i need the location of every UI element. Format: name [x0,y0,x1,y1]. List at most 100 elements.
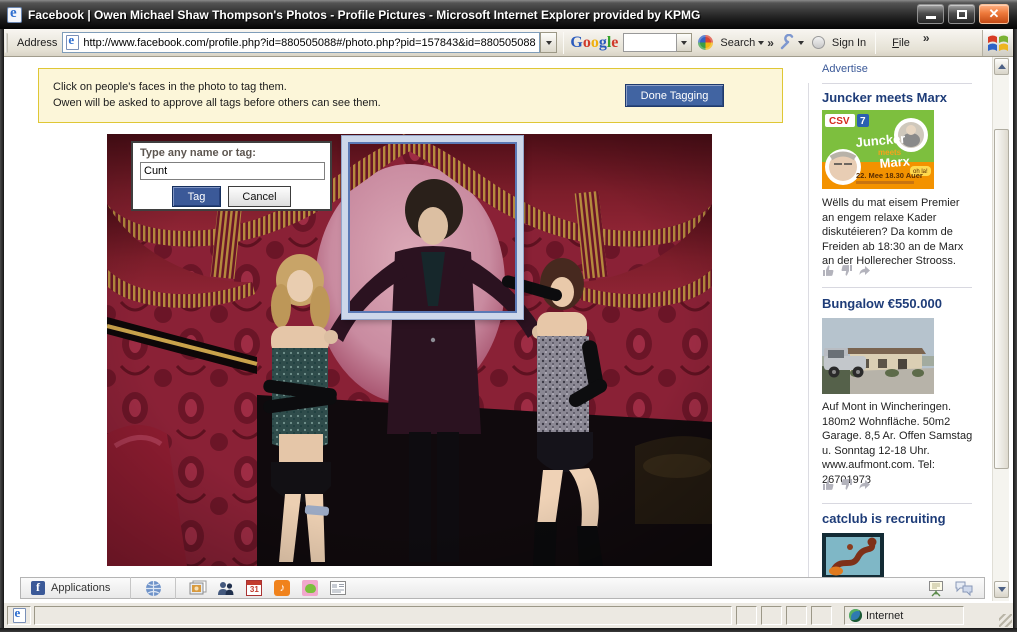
toolbar-grip[interactable] [5,33,8,53]
zone-label: Internet [866,610,903,622]
toolbar-separator [563,32,564,54]
thumbs-up-icon[interactable] [822,478,835,491]
notifications-button[interactable] [924,578,948,598]
scrollbar-thumb[interactable] [994,129,1009,469]
resize-grip[interactable] [999,614,1012,627]
thumbs-up-icon[interactable] [822,264,835,277]
globe-icon [145,580,162,597]
likeness-app-button[interactable] [298,578,322,598]
vertical-scrollbar[interactable] [992,57,1009,601]
advertise-link[interactable]: Advertise [822,63,868,75]
music-note-icon: ♪ [274,580,290,596]
tag-button[interactable]: Tag [172,186,221,207]
section-divider [822,287,972,288]
file-menu[interactable]: File [892,37,910,49]
face-selection-inner-border [348,142,517,313]
easel-icon [927,580,945,597]
photos-icon [189,580,207,596]
windows-logo-icon [982,30,1012,56]
svg-text:CSV: CSV [829,116,850,127]
tag-dialog-label: Type any name or tag: [140,147,323,159]
close-icon: ✕ [980,6,1008,22]
sign-in-button[interactable]: Sign In [832,37,866,49]
close-button[interactable]: ✕ [979,4,1009,24]
status-message-pane [34,606,732,625]
done-tagging-button[interactable]: Done Tagging [625,84,724,107]
window-border-bottom [0,628,1017,632]
scroll-down-button[interactable] [994,581,1009,598]
chat-bubbles-icon [954,580,974,596]
ad-feedback-icons [822,478,871,491]
google-search-dropdown[interactable] [677,33,692,52]
tag-name-input[interactable] [140,162,325,180]
ad-title-catclub[interactable]: catclub is recruiting [822,511,946,526]
maximize-button[interactable] [948,4,975,24]
share-icon[interactable] [858,478,871,491]
ad-title-juncker[interactable]: Juncker meets Marx [822,90,947,105]
address-input[interactable]: http://www.facebook.com/profile.php?id=8… [62,32,540,53]
menubar-overflow-chevron[interactable]: » [923,31,930,45]
status-pane [761,606,782,625]
logo-letter: o [591,34,599,51]
ad-title-bungalow[interactable]: Bungalow €550.000 [822,296,942,311]
google-logo[interactable]: Google [570,34,618,52]
status-document-pane [7,606,31,625]
notes-app-button[interactable] [326,578,350,598]
events-app-button[interactable]: 31 [242,578,266,598]
svg-text:22. Mee 18.30 Auer: 22. Mee 18.30 Auer [856,171,923,180]
ad-image-juncker[interactable]: CSV 7 Juncker meets Marx oh la! 22. Mee … [822,110,934,189]
address-dropdown-button[interactable] [540,32,557,53]
chevron-down-icon [546,41,552,45]
logo-letter: g [599,34,607,51]
section-divider [822,503,972,504]
minimize-button[interactable] [917,4,944,24]
ad-feedback-icons [822,264,871,277]
ad-body-juncker: Wëlls du mat eisem Premier an engem rela… [822,196,974,269]
arrow-up-icon [998,64,1006,69]
ads-sidebar: Advertise Juncker meets Marx CSV 7 Junck… [822,57,974,601]
thumbs-down-icon[interactable] [840,478,853,491]
google-ball-icon [698,35,713,50]
photos-app-button[interactable] [186,578,210,598]
browse-apps-button[interactable] [141,578,165,598]
notes-icon [330,581,346,595]
brain-icon [302,580,318,596]
ad-image-bungalow[interactable] [822,318,934,394]
calendar-icon: 31 [246,580,262,596]
chevron-down-icon[interactable] [758,41,764,45]
chat-button[interactable] [952,578,976,598]
status-bar: Internet [4,601,1013,628]
share-icon[interactable] [858,264,871,277]
document-icon [13,608,26,623]
facebook-logo-icon[interactable]: f [31,581,45,595]
logo-letter: o [583,34,591,51]
status-pane [786,606,807,625]
page-icon [66,35,79,50]
address-url: http://www.facebook.com/profile.php?id=8… [83,37,535,49]
internet-zone-icon [849,609,862,622]
thumbs-down-icon[interactable] [840,264,853,277]
ad-image-catclub[interactable] [822,533,884,579]
google-search-input[interactable] [623,33,677,52]
address-label: Address [17,37,57,49]
minimize-icon [926,16,936,19]
google-search-button[interactable]: Search [720,37,755,49]
title-bar: Facebook | Owen Michael Shaw Thompson's … [0,0,1017,29]
face-selection-box [342,136,523,319]
tag-dialog: Type any name or tag: Tag Cancel [131,141,332,211]
window-border-left [0,29,4,632]
window-title: Facebook | Owen Michael Shaw Thompson's … [28,8,700,22]
wrench-icon[interactable] [779,34,796,51]
chevron-down-icon [681,41,687,45]
friends-app-button[interactable] [214,578,238,598]
cancel-button[interactable]: Cancel [228,186,291,207]
toolbar-overflow-chevron[interactable]: » [767,36,774,50]
friends-icon [217,580,235,596]
address-toolbar: Address http://www.facebook.com/profile.… [0,29,1017,57]
applications-menu[interactable]: Applications [51,582,110,594]
scroll-up-button[interactable] [994,58,1009,75]
music-app-button[interactable]: ♪ [270,578,294,598]
window-border-right [1013,29,1017,632]
security-zone-pane: Internet [844,606,964,625]
chevron-down-icon[interactable] [798,41,804,45]
